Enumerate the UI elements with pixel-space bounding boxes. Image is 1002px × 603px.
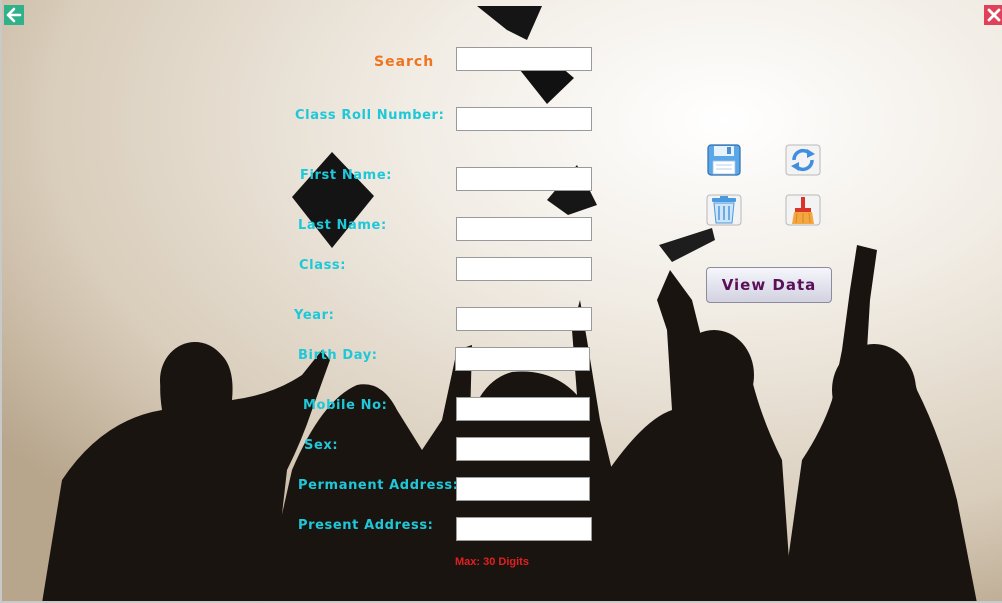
first-name-label: First Name: xyxy=(300,168,393,183)
mobile-no-label: Mobile No: xyxy=(303,398,388,413)
class-roll-number-input[interactable] xyxy=(456,107,592,131)
student-form-window: Search Class Roll Number: First Name: La… xyxy=(0,0,1002,603)
max-digits-hint: Max: 30 Digits xyxy=(455,556,529,568)
delete-button[interactable] xyxy=(706,194,742,226)
first-name-input[interactable] xyxy=(456,167,592,191)
year-input[interactable] xyxy=(456,307,592,331)
year-label: Year: xyxy=(294,308,335,323)
graduation-background-image xyxy=(2,0,1002,601)
refresh-icon xyxy=(785,144,821,176)
mobile-no-input[interactable] xyxy=(456,397,590,421)
back-arrow-icon xyxy=(6,7,22,23)
back-button[interactable] xyxy=(4,5,24,25)
class-roll-number-label: Class Roll Number: xyxy=(295,108,445,123)
class-label: Class: xyxy=(299,258,347,273)
close-icon xyxy=(987,8,1001,22)
floppy-disk-icon xyxy=(707,144,741,176)
trash-icon xyxy=(706,194,742,226)
birth-day-input[interactable] xyxy=(455,347,590,371)
broom-icon xyxy=(785,194,821,226)
class-input[interactable] xyxy=(456,257,592,281)
last-name-input[interactable] xyxy=(456,217,592,241)
present-address-label: Present Address: xyxy=(298,518,434,533)
present-address-input[interactable] xyxy=(456,517,592,541)
sex-label: Sex: xyxy=(304,438,339,453)
view-data-button[interactable]: View Data xyxy=(706,267,832,303)
refresh-button[interactable] xyxy=(785,144,821,176)
search-input[interactable] xyxy=(456,47,592,71)
clear-button[interactable] xyxy=(785,194,821,226)
search-label: Search xyxy=(374,54,435,70)
permanent-address-label: Permanent Address: xyxy=(298,478,459,493)
save-button[interactable] xyxy=(706,144,742,176)
sex-input[interactable] xyxy=(456,437,590,461)
permanent-address-input[interactable] xyxy=(456,477,590,501)
close-button[interactable] xyxy=(984,5,1002,25)
last-name-label: Last Name: xyxy=(298,218,387,233)
birth-day-label: Birth Day: xyxy=(298,348,378,363)
